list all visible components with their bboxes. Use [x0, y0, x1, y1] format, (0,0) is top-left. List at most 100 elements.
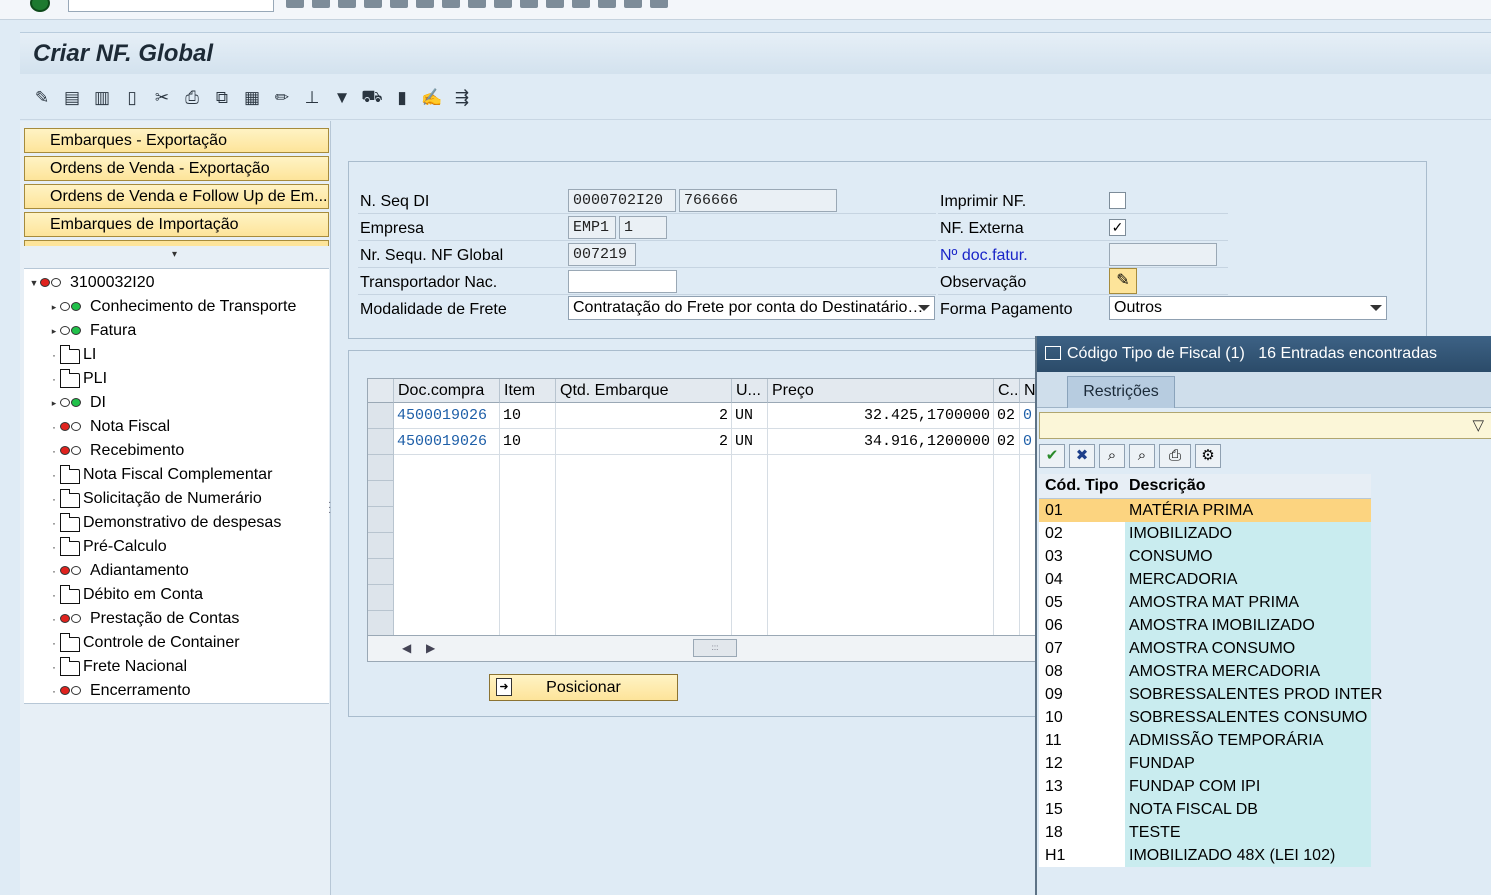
- tree-node[interactable]: · LI: [48, 344, 96, 366]
- save-icon[interactable]: [312, 0, 330, 8]
- stamp-icon[interactable]: ⊥: [300, 86, 324, 110]
- unit-cell[interactable]: UN: [732, 429, 768, 455]
- tree-node[interactable]: · Nota Fiscal: [48, 416, 170, 438]
- print-icon[interactable]: ⎙: [180, 86, 204, 110]
- scroll-right-icon[interactable]: ▶: [426, 641, 435, 655]
- nav-button-ordens-venda-exportacao[interactable]: Ordens de Venda - Exportação: [24, 156, 329, 181]
- column-header-cod-tipo[interactable]: Cód. Tipo: [1039, 477, 1125, 495]
- column-header-c[interactable]: C..: [994, 379, 1020, 403]
- row-selector[interactable]: [368, 507, 394, 533]
- tree-node[interactable]: · Prestação de Contas: [48, 608, 239, 630]
- preco-cell[interactable]: 32.425,1700000: [768, 403, 994, 429]
- car-icon[interactable]: ⛟: [360, 86, 384, 110]
- list-item[interactable]: 03 CONSUMO: [1039, 545, 1371, 568]
- row-selector[interactable]: [368, 403, 394, 429]
- filter-icon[interactable]: ▽: [1472, 416, 1484, 434]
- item-cell[interactable]: 10: [500, 429, 556, 455]
- tree-root[interactable]: ▼ 3100032I20: [28, 272, 155, 294]
- popup-filter-bar[interactable]: ▽: [1039, 412, 1491, 439]
- c-cell[interactable]: 02: [994, 403, 1020, 429]
- tree-node[interactable]: · Recebimento: [48, 440, 184, 462]
- row-selector[interactable]: [368, 611, 394, 635]
- layout-icon[interactable]: [650, 0, 668, 8]
- edit-icon[interactable]: ✎: [30, 86, 54, 110]
- tree-node[interactable]: · PLI: [48, 368, 107, 390]
- tree-node[interactable]: · Encerramento: [48, 680, 191, 702]
- doc-compra-link[interactable]: 4500019026: [394, 429, 500, 455]
- command-field[interactable]: [68, 0, 274, 12]
- imprimir-nf-checkbox[interactable]: [1109, 192, 1126, 209]
- list-item[interactable]: 08 AMOSTRA MERCADORIA: [1039, 660, 1371, 683]
- new-document-icon[interactable]: ▯: [120, 86, 144, 110]
- document-edit-icon[interactable]: ▤: [60, 86, 84, 110]
- new-session-icon[interactable]: [572, 0, 590, 8]
- qtd-cell[interactable]: 2: [556, 429, 732, 455]
- table-icon[interactable]: ▦: [240, 86, 264, 110]
- nav-button-embarques-importacao[interactable]: Embarques de Importação: [24, 212, 329, 237]
- c-cell[interactable]: 02: [994, 429, 1020, 455]
- list-item[interactable]: 12 FUNDAP: [1039, 752, 1371, 775]
- shortcut-icon[interactable]: [598, 0, 616, 8]
- list-item[interactable]: H1 IMOBILIZADO 48X (LEI 102): [1039, 844, 1371, 867]
- observacao-note-button[interactable]: ✎: [1109, 268, 1137, 294]
- last-page-icon[interactable]: [546, 0, 564, 8]
- forma-pagamento-dropdown[interactable]: Outros: [1109, 296, 1387, 320]
- tree-node[interactable]: · Frete Nacional: [48, 656, 187, 678]
- nav-button-ordens-venda-follow-up[interactable]: Ordens de Venda e Follow Up de Em...: [24, 184, 329, 209]
- print-icon[interactable]: ⎙: [1159, 444, 1191, 468]
- column-header-unidade[interactable]: U...: [732, 379, 768, 403]
- nav-button-partial[interactable]: [24, 240, 329, 246]
- doc-fatur-field[interactable]: [1109, 243, 1217, 266]
- doc-fatur-label[interactable]: Nº doc.fatur.: [940, 247, 1028, 265]
- empresa-field[interactable]: EMP1: [568, 216, 616, 239]
- nf-externa-checkbox[interactable]: ✓: [1109, 219, 1126, 236]
- list-item[interactable]: 18 TESTE: [1039, 821, 1371, 844]
- enter-icon[interactable]: [30, 0, 50, 12]
- expand-arrow-icon[interactable]: ▸: [48, 302, 60, 313]
- nseq-di-name-field[interactable]: 766666: [679, 189, 837, 212]
- find-icon[interactable]: ⌕: [1099, 444, 1125, 468]
- help-icon[interactable]: [624, 0, 642, 8]
- expand-arrow-icon[interactable]: ▼: [28, 278, 40, 288]
- column-header-doc-compra[interactable]: Doc.compra: [394, 379, 500, 403]
- list-item[interactable]: 05 AMOSTRA MAT PRIMA: [1039, 591, 1371, 614]
- list-item[interactable]: 04 MERCADORIA: [1039, 568, 1371, 591]
- grid-select-all[interactable]: [368, 379, 394, 403]
- nr-sequ-nf-global-field[interactable]: 007219: [568, 243, 636, 266]
- list-item[interactable]: 13 FUNDAP COM IPI: [1039, 775, 1371, 798]
- list-item[interactable]: 11 ADMISSÃO TEMPORÁRIA: [1039, 729, 1371, 752]
- list-item[interactable]: 02 IMOBILIZADO: [1039, 522, 1371, 545]
- first-page-icon[interactable]: [468, 0, 486, 8]
- doc-compra-link[interactable]: 4500019026: [394, 403, 500, 429]
- tree-node[interactable]: · Débito em Conta: [48, 584, 203, 606]
- nav-button-embarques-exportacao[interactable]: Embarques - Exportação: [24, 128, 329, 153]
- tree-node[interactable]: ▸ Conhecimento de Transporte: [48, 296, 297, 318]
- note-edit-icon[interactable]: ✍: [420, 86, 444, 110]
- column-header-preco[interactable]: Preço: [768, 379, 994, 403]
- list-item[interactable]: 01 MATÉRIA PRIMA: [1039, 499, 1371, 522]
- column-header-descricao[interactable]: Descrição: [1125, 477, 1371, 495]
- find-next-icon[interactable]: ⌕: [1129, 444, 1155, 468]
- exit-icon[interactable]: [338, 0, 356, 8]
- row-selector[interactable]: [368, 585, 394, 611]
- cut-icon[interactable]: ✂: [150, 86, 174, 110]
- copy-icon[interactable]: ⧉: [210, 86, 234, 110]
- book-icon[interactable]: ▮: [390, 86, 414, 110]
- grid-horizontal-scrollbar[interactable]: ◀ ▶ :::: [367, 636, 1067, 662]
- item-cell[interactable]: 10: [500, 403, 556, 429]
- list-item[interactable]: 10 SOBRESSALENTES CONSUMO: [1039, 706, 1371, 729]
- row-selector[interactable]: [368, 429, 394, 455]
- list-item[interactable]: 09 SOBRESSALENTES PROD INTER: [1039, 683, 1382, 706]
- scroll-left-icon[interactable]: ◀: [402, 641, 411, 655]
- list-item[interactable]: 07 AMOSTRA CONSUMO: [1039, 637, 1371, 660]
- find-icon[interactable]: [416, 0, 434, 8]
- transportador-nac-input[interactable]: [568, 270, 677, 293]
- cancel-icon[interactable]: ✖: [1069, 444, 1095, 468]
- filter-icon[interactable]: ▼: [330, 86, 354, 110]
- unit-cell[interactable]: UN: [732, 403, 768, 429]
- tab-restricoes[interactable]: Restrições: [1067, 376, 1175, 408]
- row-selector[interactable]: [368, 481, 394, 507]
- back-icon[interactable]: [286, 0, 304, 8]
- tree-node[interactable]: ▸ Fatura: [48, 320, 137, 342]
- vertical-splitter-handle[interactable]: · · ·: [328, 498, 331, 518]
